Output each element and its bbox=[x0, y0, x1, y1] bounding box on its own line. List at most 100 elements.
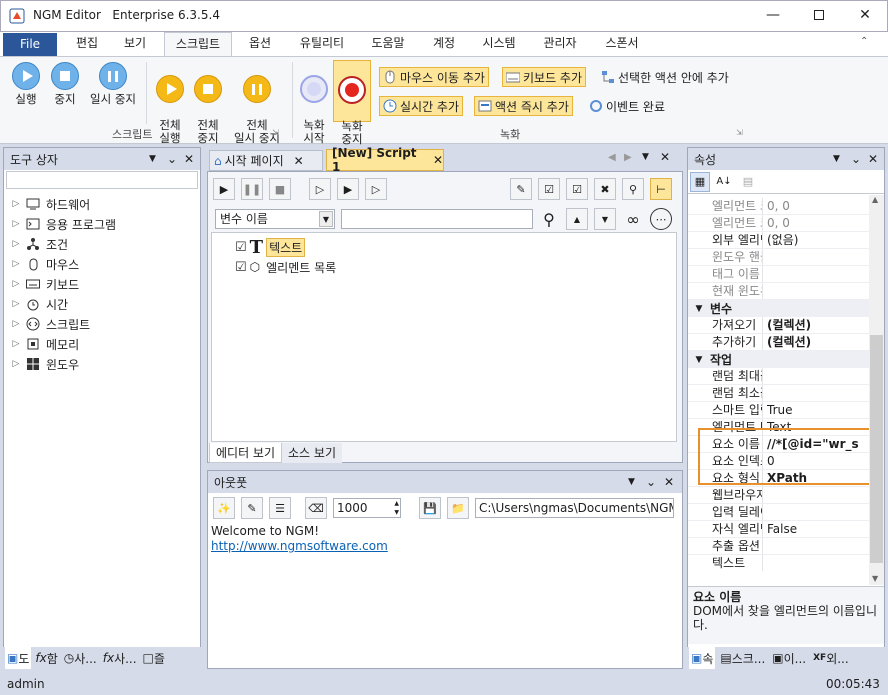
editor-run-from-button[interactable]: ▷ bbox=[365, 178, 387, 200]
dropdown-icon[interactable]: ▼ bbox=[628, 477, 635, 487]
checkbox-checked-icon[interactable]: ☑ bbox=[235, 260, 247, 275]
delete-button[interactable]: ✖ bbox=[594, 178, 616, 200]
sort-az-icon[interactable]: A↓ bbox=[714, 172, 734, 192]
check-button[interactable]: ☑ bbox=[566, 178, 588, 200]
variable-select[interactable]: 변수 이름 ▼ bbox=[215, 209, 335, 229]
property-row[interactable]: 추가하기 (컬렉션) bbox=[688, 334, 869, 351]
pause-button[interactable]: 일시 중지 bbox=[84, 62, 142, 106]
eraser-button[interactable]: ⌫ bbox=[305, 497, 327, 519]
add-action-now-button[interactable]: 액션 즉시 추가 bbox=[474, 96, 573, 116]
menu-account[interactable]: 계정 bbox=[424, 32, 464, 56]
tree-view-button[interactable]: ⊢ bbox=[650, 178, 672, 200]
record-stop-button[interactable]: 녹화 중지 bbox=[333, 60, 371, 146]
close-panel-icon[interactable]: ✕ bbox=[664, 475, 674, 489]
editor-pause-button[interactable]: ❚❚ bbox=[241, 178, 263, 200]
clear-output-button[interactable]: ✨ bbox=[213, 497, 235, 519]
record-start-button[interactable]: 녹화 시작 bbox=[296, 62, 332, 158]
stepper-arrows-icon[interactable]: ▲ ▼ bbox=[394, 499, 399, 517]
property-row[interactable]: 스마트 입력 True bbox=[688, 402, 869, 419]
move-down-button[interactable]: ▼ bbox=[594, 208, 616, 230]
toolbox-item-time[interactable]: ▷ 시간 bbox=[10, 294, 200, 314]
event-done-button[interactable]: 이벤트 완료 bbox=[586, 96, 668, 116]
toolbox-item-memory[interactable]: ▷ 메모리 bbox=[10, 334, 200, 354]
script-node-element-list[interactable]: ☑ ⬡ 엘리멘트 목록 bbox=[212, 257, 676, 277]
menu-script[interactable]: 스크립트 bbox=[164, 32, 232, 56]
check-all-button[interactable]: ☑ bbox=[538, 178, 560, 200]
tab-source-view[interactable]: 소스 보기 bbox=[282, 443, 342, 463]
property-row[interactable]: 랜덤 최대값 bbox=[688, 368, 869, 385]
stop-button[interactable]: 중지 bbox=[44, 62, 86, 106]
property-row[interactable]: 텍스트 bbox=[688, 555, 869, 571]
close-button[interactable]: ✕ bbox=[842, 0, 888, 30]
output-count-stepper[interactable]: 1000 ▲ ▼ bbox=[333, 498, 401, 518]
ribbon-collapse-icon[interactable]: ⌃ bbox=[860, 36, 868, 47]
property-row[interactable]: 가져오기 (컬렉션) bbox=[688, 317, 869, 334]
scroll-down-icon[interactable]: ▼ bbox=[872, 574, 878, 583]
dialog-launcher-icon[interactable]: ⇲ bbox=[736, 128, 743, 137]
property-row[interactable]: 입력 딜레이 bbox=[688, 504, 869, 521]
property-row[interactable]: 랜덤 최소값 bbox=[688, 385, 869, 402]
tab-user-functions[interactable]: fx 사... bbox=[101, 647, 139, 669]
property-scrollbar[interactable]: ▲ ▼ bbox=[869, 195, 884, 585]
edit-button[interactable]: ✎ bbox=[510, 178, 532, 200]
editor-run-button[interactable]: ▶ bbox=[213, 178, 235, 200]
more-button[interactable]: ⋯ bbox=[650, 208, 672, 230]
log-settings-button[interactable]: ✎ bbox=[241, 497, 263, 519]
list-button[interactable]: ☰ bbox=[269, 497, 291, 519]
property-row[interactable]: 태그 이름 bbox=[688, 266, 869, 283]
pin-icon[interactable]: ⌄ bbox=[851, 152, 861, 166]
property-row[interactable]: 추출 옵션 bbox=[688, 538, 869, 555]
save-log-button[interactable]: 💾 bbox=[419, 497, 441, 519]
toolbox-item-keyboard[interactable]: ▷ 키보드 bbox=[10, 274, 200, 294]
close-panel-icon[interactable]: ✕ bbox=[184, 152, 194, 166]
collapse-icon[interactable]: ▼ bbox=[688, 355, 710, 365]
property-row[interactable]: 엘리먼트 크 0, 0 bbox=[688, 198, 869, 215]
dropdown-icon[interactable]: ▼ bbox=[149, 154, 156, 164]
tab-properties[interactable]: ▣ 속 bbox=[689, 647, 716, 669]
open-folder-button[interactable]: 📁 bbox=[447, 497, 469, 519]
add-in-action-button[interactable]: 선택한 액션 안에 추가 bbox=[598, 67, 732, 87]
tab-editor-view[interactable]: 에디터 보기 bbox=[209, 443, 283, 463]
tab-external[interactable]: XF 외... bbox=[811, 647, 851, 669]
tab-script-1[interactable]: [New] Script 1 ✕ bbox=[326, 146, 444, 174]
toolbox-item-hardware[interactable]: ▷ 하드웨어 bbox=[10, 194, 200, 214]
property-pages-icon[interactable]: ▤ bbox=[738, 172, 758, 192]
menu-view[interactable]: 보기 bbox=[112, 32, 158, 56]
tab-users[interactable]: ◷ 사... bbox=[62, 647, 99, 669]
script-node-text[interactable]: ☑ T 텍스트 bbox=[212, 237, 676, 258]
log-path-input[interactable]: C:\Users\ngmas\Documents\NGM6\ bbox=[475, 498, 674, 518]
add-keyboard-button[interactable]: 키보드 추가 bbox=[502, 67, 587, 87]
tab-image[interactable]: ▣ 이... bbox=[770, 647, 808, 669]
move-up-button[interactable]: ▲ bbox=[566, 208, 588, 230]
property-row[interactable]: 외부 엘리먼 (없음) bbox=[688, 232, 869, 249]
property-row[interactable]: 윈도우 핸들 bbox=[688, 249, 869, 266]
maximize-button[interactable] bbox=[796, 0, 842, 30]
pause-all-button[interactable]: 전체 일시 중지 bbox=[228, 62, 286, 158]
toolbox-item-condition[interactable]: ▷ 조건 bbox=[10, 234, 200, 254]
chevron-down-icon[interactable]: ▼ bbox=[319, 211, 333, 227]
tab-scroll-left-icon[interactable]: ◀ bbox=[608, 152, 616, 163]
variable-search-input[interactable] bbox=[341, 209, 533, 229]
tab-list-icon[interactable]: ▼ bbox=[642, 152, 649, 162]
stop-all-button[interactable]: 전체 중지 bbox=[188, 62, 228, 158]
toolbox-item-mouse[interactable]: ▷ 마우스 bbox=[10, 254, 200, 274]
menu-help[interactable]: 도움말 bbox=[362, 32, 414, 56]
dialog-launcher-icon[interactable]: ⇲ bbox=[272, 128, 279, 137]
tab-script-explorer[interactable]: ▤ 스크... bbox=[718, 647, 767, 669]
menu-admin[interactable]: 관리자 bbox=[534, 32, 586, 56]
menu-sponsor[interactable]: 스폰서 bbox=[596, 32, 648, 56]
run-button[interactable]: 실행 bbox=[4, 62, 48, 106]
menu-file[interactable]: File bbox=[3, 33, 57, 56]
property-category-work[interactable]: ▼ 작업 bbox=[688, 351, 869, 368]
menu-system[interactable]: 시스템 bbox=[474, 32, 524, 56]
property-row[interactable]: 현재 윈도우 bbox=[688, 283, 869, 300]
search-button[interactable]: ⚲ bbox=[622, 178, 644, 200]
toolbox-item-window[interactable]: ▷ 윈도우 bbox=[10, 354, 200, 374]
run-all-button[interactable]: 전체 실행 bbox=[150, 62, 190, 158]
loop-button[interactable]: ∞ bbox=[622, 208, 644, 230]
close-document-icon[interactable]: ✕ bbox=[660, 150, 670, 164]
menu-utility[interactable]: 유틸리티 bbox=[290, 32, 354, 56]
toolbox-item-script[interactable]: ▷ 스크립트 bbox=[10, 314, 200, 334]
add-realtime-button[interactable]: 실시간 추가 bbox=[379, 96, 464, 116]
minimize-button[interactable]: — bbox=[750, 0, 796, 30]
